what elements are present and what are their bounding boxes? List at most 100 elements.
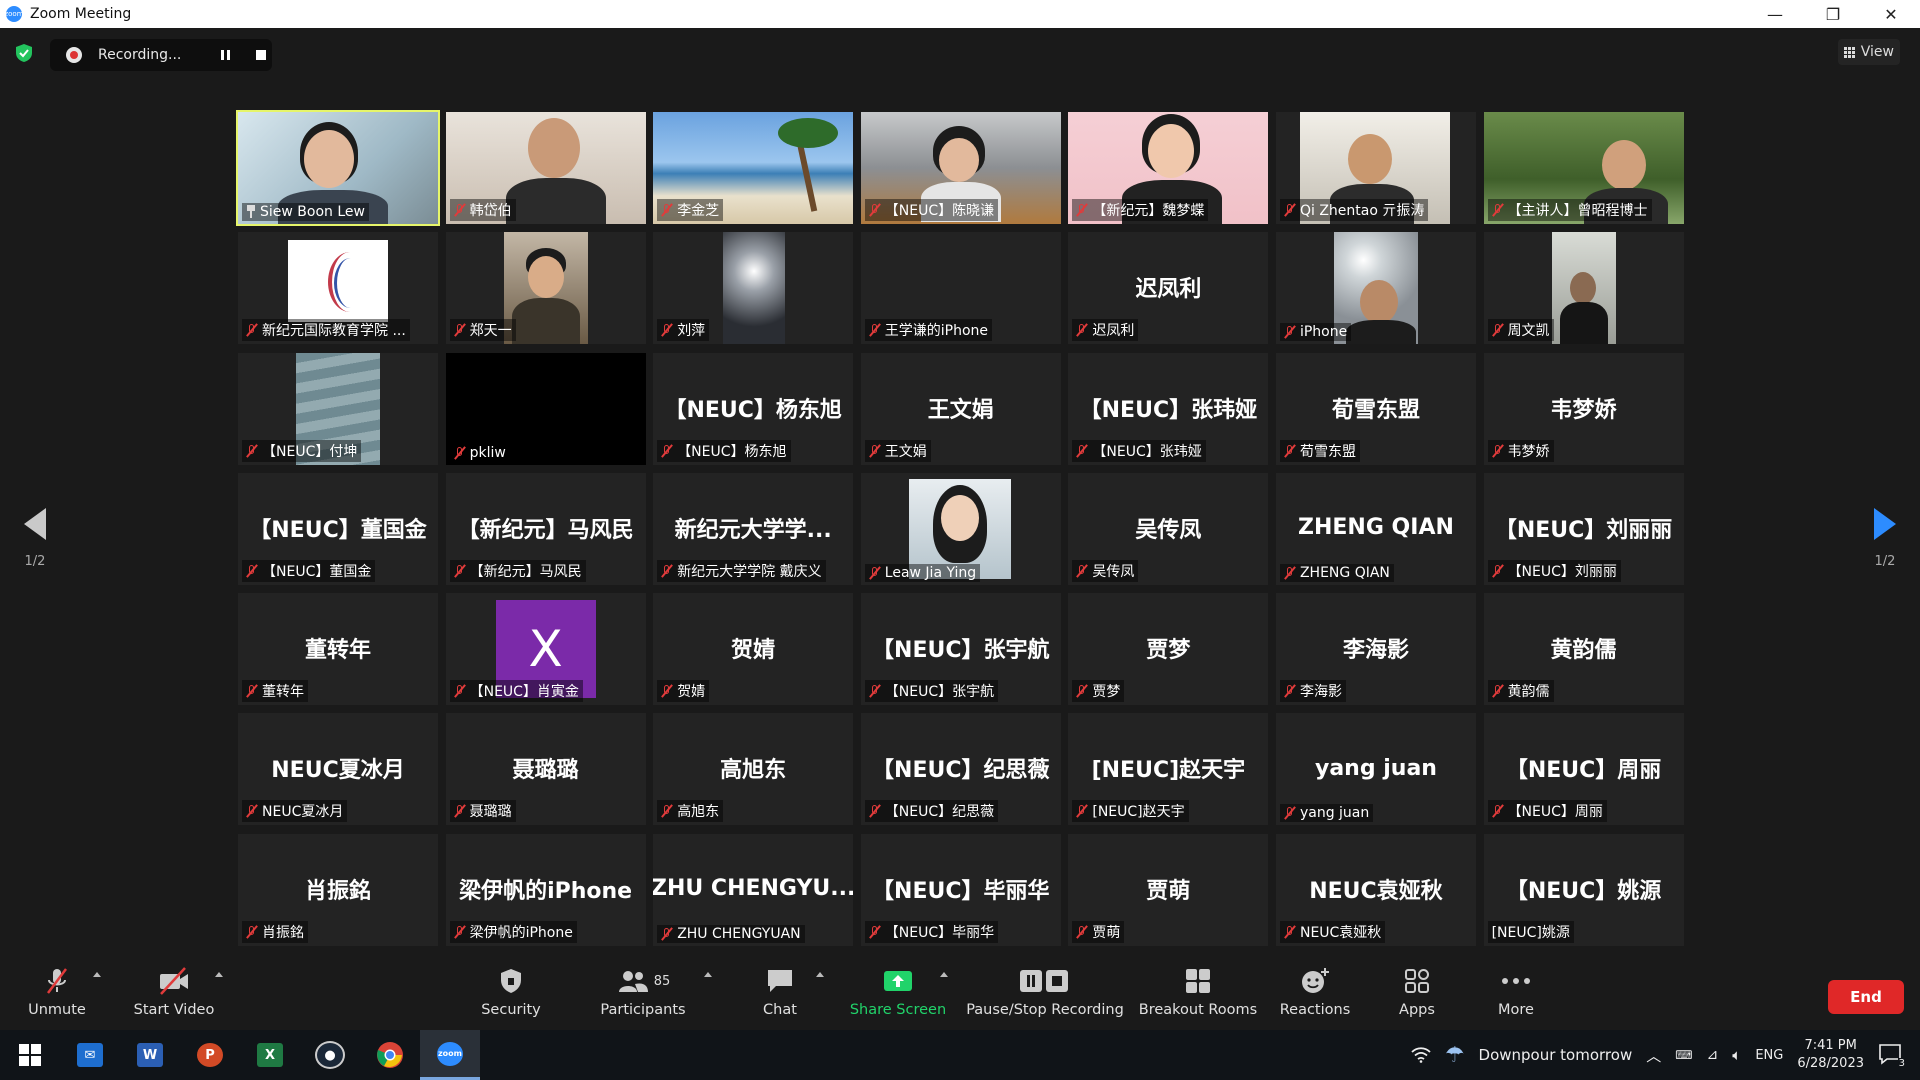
weather-text[interactable]: Downpour tomorrow (1479, 1046, 1633, 1064)
participant-tile[interactable]: 【NEUC】纪思薇 【NEUC】纪思薇 (860, 713, 1061, 826)
participant-tile[interactable]: 吴传凤 吴传凤 (1068, 472, 1269, 585)
participant-tile[interactable]: 【NEUC】张宇航 【NEUC】张宇航 (860, 593, 1061, 706)
clock[interactable]: 7:41 PM 6/28/2023 (1797, 1037, 1864, 1073)
participant-tile[interactable]: 【NEUC】董国金 【NEUC】董国金 (238, 472, 438, 585)
chat-options-chevron-icon[interactable] (816, 972, 824, 977)
arrow-right-icon[interactable] (1874, 508, 1896, 540)
participant-tile[interactable]: NEUC袁娅秋 NEUC袁娅秋 (1275, 833, 1476, 946)
participant-tile[interactable]: 高旭东 高旭东 (653, 713, 854, 826)
taskbar-excel[interactable]: X (240, 1030, 300, 1080)
volume-icon[interactable]: 🔈︎ (1732, 1046, 1741, 1064)
participant-tile[interactable]: 【主讲人】曾昭程博士 (1483, 112, 1684, 224)
participant-tile[interactable]: Leaw Jia Ying (860, 472, 1061, 585)
participant-tile[interactable]: 周文凯 (1483, 232, 1684, 345)
participant-tile[interactable]: 【NEUC】陈晓谦 (860, 112, 1061, 224)
language-indicator[interactable]: ENG (1755, 1048, 1783, 1063)
participant-tile[interactable]: 荀雪东盟 荀雪东盟 (1275, 352, 1476, 465)
participants-button[interactable]: 85 Participants (600, 966, 686, 1028)
participant-tile[interactable]: 新纪元国际教育学院 ... (238, 232, 438, 345)
more-button[interactable]: More (1494, 966, 1538, 1028)
participant-tile[interactable]: 迟凤利 迟凤利 (1068, 232, 1269, 345)
participant-tile[interactable]: 王文娟 王文娟 (860, 352, 1061, 465)
pause-stop-recording-button[interactable]: Pause/Stop Recording (966, 966, 1124, 1028)
network-icon[interactable]: ⊿ (1707, 1047, 1719, 1063)
taskbar-powerpoint[interactable]: P (180, 1030, 240, 1080)
share-options-chevron-icon[interactable] (940, 972, 948, 977)
participant-name-label: 迟凤利 (1072, 319, 1139, 342)
participant-tile[interactable]: 梁伊帆的iPhone 梁伊帆的iPhone (445, 833, 646, 946)
participant-tile[interactable]: pkliw (445, 352, 646, 465)
participant-tile[interactable]: 【NEUC】张玮娅 【NEUC】张玮娅 (1068, 352, 1269, 465)
participant-tile[interactable]: Qi Zhentao 亓振涛 (1275, 112, 1476, 224)
participant-tile[interactable]: ZHU CHENGYU... ZHU CHENGYUAN (653, 833, 854, 946)
input-method-icon[interactable]: ⌨ (1675, 1048, 1692, 1062)
participant-tile[interactable]: 董转年 董转年 (238, 593, 438, 706)
minimize-button[interactable]: — (1746, 0, 1804, 28)
video-options-chevron-icon[interactable] (215, 972, 223, 977)
tray-chevron-up-icon[interactable]: ︿ (1646, 1045, 1661, 1066)
security-button[interactable]: Security (476, 966, 546, 1028)
view-label: View (1860, 44, 1894, 60)
participant-tile[interactable]: ZHENG QIAN ZHENG QIAN (1275, 472, 1476, 585)
participant-tile[interactable]: 刘萍 (653, 232, 854, 345)
participant-tile[interactable]: 郑天一 (445, 232, 646, 345)
end-meeting-button[interactable]: End (1828, 980, 1904, 1014)
pause-recording-icon[interactable] (221, 50, 231, 60)
participant-tile[interactable]: X 【NEUC】肖寅金 (445, 593, 646, 706)
participant-tile[interactable]: iPhone (1275, 232, 1476, 345)
participant-tile[interactable]: 聂璐璐 聂璐璐 (445, 713, 646, 826)
participant-tile[interactable]: 新纪元大学学... 新纪元大学学院 戴庆义 (653, 472, 854, 585)
next-page-nav[interactable]: 1/2 (1870, 508, 1900, 569)
participants-options-chevron-icon[interactable] (704, 972, 712, 977)
participant-tile[interactable]: 贾梦 贾梦 (1068, 593, 1269, 706)
encryption-shield-icon[interactable] (14, 43, 34, 63)
taskbar-steam[interactable]: ● (300, 1030, 360, 1080)
start-video-button[interactable]: Start Video (134, 966, 214, 1028)
start-button[interactable] (0, 1030, 60, 1080)
previous-page-nav[interactable]: 1/2 (20, 508, 50, 569)
taskbar-outlook[interactable]: ✉ (60, 1030, 120, 1080)
view-button[interactable]: View (1837, 39, 1900, 65)
participant-display-name: 贾梦 (1146, 638, 1191, 664)
share-screen-button[interactable]: Share Screen (850, 966, 946, 1028)
taskbar-zoom[interactable]: zoom (420, 1030, 480, 1080)
participant-tile[interactable]: [NEUC]赵天宇 [NEUC]赵天宇 (1068, 713, 1269, 826)
participant-tile[interactable]: 【NEUC】毕丽华 【NEUC】毕丽华 (860, 833, 1061, 946)
participant-tile[interactable]: 李海影 李海影 (1275, 593, 1476, 706)
participant-tile[interactable]: 【NEUC】杨东旭 【NEUC】杨东旭 (653, 352, 854, 465)
reactions-button[interactable]: Reactions (1280, 966, 1350, 1028)
taskbar-chrome[interactable] (360, 1030, 420, 1080)
participant-tile[interactable]: 【NEUC】周丽 【NEUC】周丽 (1483, 713, 1684, 826)
participant-tile[interactable]: 韩岱伯 (445, 112, 646, 224)
participant-tile[interactable]: 贺婧 贺婧 (653, 593, 854, 706)
breakout-rooms-button[interactable]: Breakout Rooms (1138, 966, 1258, 1028)
participant-tile[interactable]: 肖振銘 肖振銘 (238, 833, 438, 946)
notification-center-icon[interactable]: 3 (1878, 1043, 1906, 1069)
unmute-button[interactable]: Unmute (26, 966, 88, 1028)
wifi-icon[interactable] (1411, 1047, 1431, 1063)
participant-tile[interactable]: 【新纪元】马风民 【新纪元】马风民 (445, 472, 646, 585)
arrow-left-icon[interactable] (24, 508, 46, 540)
participant-tile[interactable]: 贾萌 贾萌 (1068, 833, 1269, 946)
participant-tile[interactable]: 【NEUC】刘丽丽 【NEUC】刘丽丽 (1483, 472, 1684, 585)
participant-tile[interactable]: 韦梦娇 韦梦娇 (1483, 352, 1684, 465)
microphone-muted-icon (1492, 203, 1504, 217)
participant-tile[interactable]: yang juan yang juan (1275, 713, 1476, 826)
taskbar-word[interactable]: W (120, 1030, 180, 1080)
apps-button[interactable]: Apps (1392, 966, 1442, 1028)
participant-tile[interactable]: 黄韵儒 黄韵儒 (1483, 593, 1684, 706)
participant-tile[interactable]: 【新纪元】魏梦蝶 (1068, 112, 1269, 224)
close-button[interactable]: ✕ (1862, 0, 1920, 28)
participant-name-label: [NEUC]赵天宇 (1072, 800, 1189, 823)
weather-umbrella-icon[interactable]: ☂ (1445, 1043, 1465, 1068)
stop-recording-icon[interactable] (256, 50, 267, 60)
participant-tile[interactable]: 王学谦的iPhone (860, 232, 1061, 345)
participant-tile[interactable]: 【NEUC】付坤 (238, 352, 438, 465)
participant-tile[interactable]: NEUC夏冰月 NEUC夏冰月 (238, 713, 438, 826)
participant-tile[interactable]: 【NEUC】姚源 [NEUC]姚源 (1483, 833, 1684, 946)
maximize-button[interactable]: ❐ (1804, 0, 1862, 28)
participant-tile[interactable]: Siew Boon Lew (236, 110, 440, 226)
chat-button[interactable]: Chat (760, 966, 800, 1028)
audio-options-chevron-icon[interactable] (93, 972, 101, 977)
participant-tile[interactable]: 李金芝 (653, 112, 854, 224)
